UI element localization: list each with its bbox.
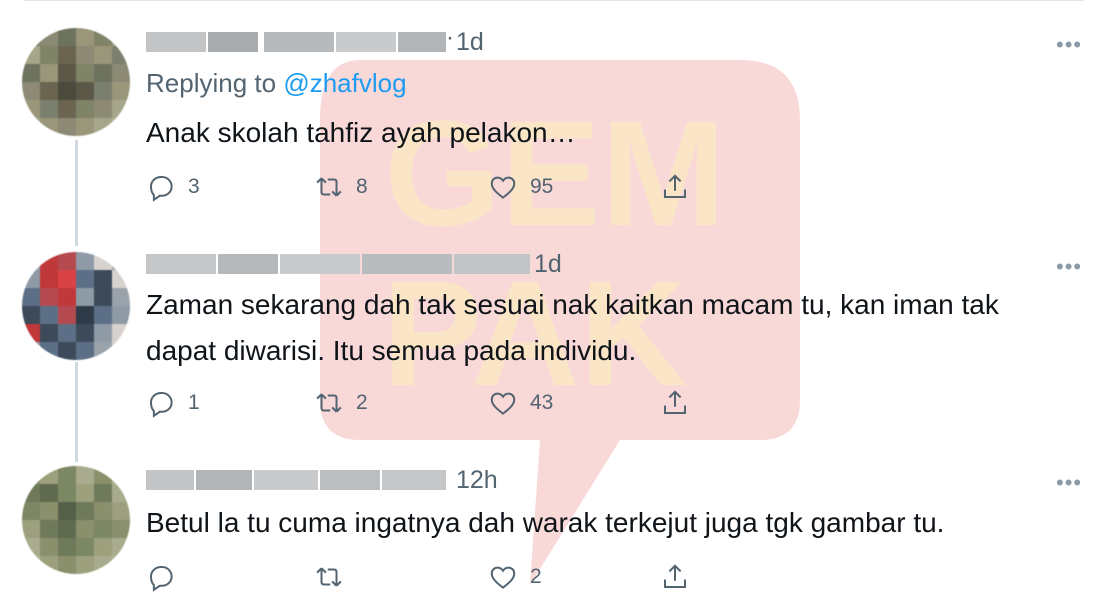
reply-icon: [149, 176, 173, 202]
like-button[interactable]: 95: [488, 172, 553, 202]
retweet-icon: [316, 177, 342, 197]
watermark-text-bottom: PAK: [382, 249, 688, 417]
avatar[interactable]: [22, 252, 130, 360]
author-name-redacted[interactable]: [146, 32, 446, 52]
tweet-time[interactable]: 1d: [534, 250, 562, 279]
retweet-icon: [316, 567, 342, 587]
share-icon: [664, 564, 686, 588]
thread-line: [75, 362, 78, 462]
retweet-count: 2: [356, 391, 368, 414]
share-button[interactable]: [660, 172, 690, 202]
more-options-icon[interactable]: •••: [1056, 254, 1082, 280]
replying-handle-link[interactable]: @zhafvlog: [283, 68, 406, 98]
retweet-count: 8: [356, 175, 368, 198]
meta-separator: ·: [446, 24, 454, 51]
reply-count: 1: [188, 391, 200, 414]
like-count: 95: [530, 175, 554, 198]
tweet-text: Anak skolah tahfiz ayah pelakon…: [146, 117, 576, 148]
reply-icon: [149, 392, 173, 418]
author-name-redacted[interactable]: [146, 470, 446, 490]
replying-to: Replying to @zhafvlog: [146, 68, 407, 99]
reply-button[interactable]: 3: [146, 172, 200, 202]
tweet-text: Betul la tu cuma ingatnya dah warak terk…: [146, 507, 945, 538]
tweet-text: Zaman sekarang dah tak sesuai nak kaitka…: [146, 289, 999, 366]
like-button[interactable]: 2: [488, 562, 542, 592]
more-options-icon[interactable]: •••: [1056, 470, 1082, 496]
like-icon: [490, 392, 516, 415]
share-button[interactable]: [660, 562, 690, 592]
retweet-icon: [316, 393, 342, 413]
share-button[interactable]: [660, 388, 690, 418]
replying-prefix: Replying to: [146, 68, 284, 98]
reply-button[interactable]: [146, 562, 188, 592]
retweet-button[interactable]: 2: [314, 388, 368, 418]
like-icon: [490, 566, 516, 589]
avatar[interactable]: [22, 28, 130, 136]
reply-button[interactable]: 1: [146, 388, 200, 418]
avatar[interactable]: [22, 466, 130, 574]
like-button[interactable]: 43: [488, 388, 553, 418]
tweet-time[interactable]: 1d: [456, 28, 484, 57]
reply-icon: [149, 566, 173, 592]
share-icon: [664, 174, 686, 198]
tweet[interactable]: · 1d ••• Replying to @zhafvlog Anak skol…: [0, 0, 1108, 230]
more-options-icon[interactable]: •••: [1056, 32, 1082, 58]
share-icon: [664, 390, 686, 414]
author-name-redacted[interactable]: [146, 254, 530, 274]
like-icon: [490, 176, 516, 199]
retweet-button[interactable]: 8: [314, 172, 368, 202]
tweet-time[interactable]: 12h: [456, 466, 498, 495]
like-count: 43: [530, 391, 554, 414]
retweet-button[interactable]: [314, 562, 356, 592]
reply-count: 3: [188, 175, 200, 198]
like-count: 2: [530, 565, 542, 588]
